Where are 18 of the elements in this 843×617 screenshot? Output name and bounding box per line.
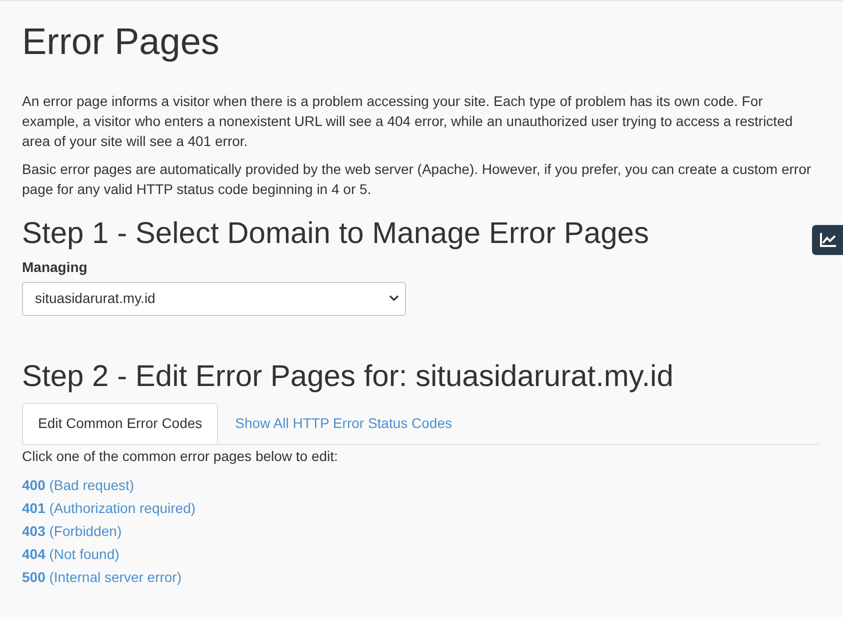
section-heading: Step 1 - Select Domain to Manage Error Pages bbox=[22, 216, 650, 252]
domain-select[interactable]: situasidarurat.my.id bbox=[22, 282, 406, 316]
error-page-link[interactable]: 404 (Not found) bbox=[22, 544, 120, 564]
tab[interactable]: Show All HTTP Error Status Codes bbox=[218, 403, 469, 444]
section-heading: Step 2 - Edit Error Pages for: situasidarurat.my.id bbox=[22, 358, 674, 395]
tab[interactable]: Edit Common Error Codes bbox=[22, 403, 218, 444]
chart-icon bbox=[818, 232, 836, 248]
instruction-text: Click one of the common error pages below to edit: bbox=[22, 447, 339, 466]
stats-button[interactable] bbox=[812, 225, 843, 255]
field-label: Managing bbox=[22, 258, 88, 277]
error-page-link[interactable]: 400 (Bad request) bbox=[22, 475, 134, 496]
error-page-link[interactable]: 403 (Forbidden) bbox=[22, 521, 122, 542]
chevron-down-icon bbox=[389, 295, 399, 302]
error-page-link[interactable]: 500 (Internal server error) bbox=[22, 567, 182, 588]
intro-paragraph: Basic error pages are automatically provided by the web server (Apache). However, if you prefer, you can create a custom error page for any valid HTTP status code beginning in 4 or 5. bbox=[22, 160, 812, 200]
intro-paragraph: An error page informs a visitor when there is a problem accessing your site. Each type of problem has its own code. For example, a visitor who enters a nonexistent URL will see a 404 error, while an unauthorized user trying to access a restricted area of your site will see a 401 error. bbox=[22, 92, 794, 152]
page-title: Error Pages bbox=[22, 20, 220, 64]
error-page-link[interactable]: 401 (Authorization required) bbox=[22, 498, 196, 518]
